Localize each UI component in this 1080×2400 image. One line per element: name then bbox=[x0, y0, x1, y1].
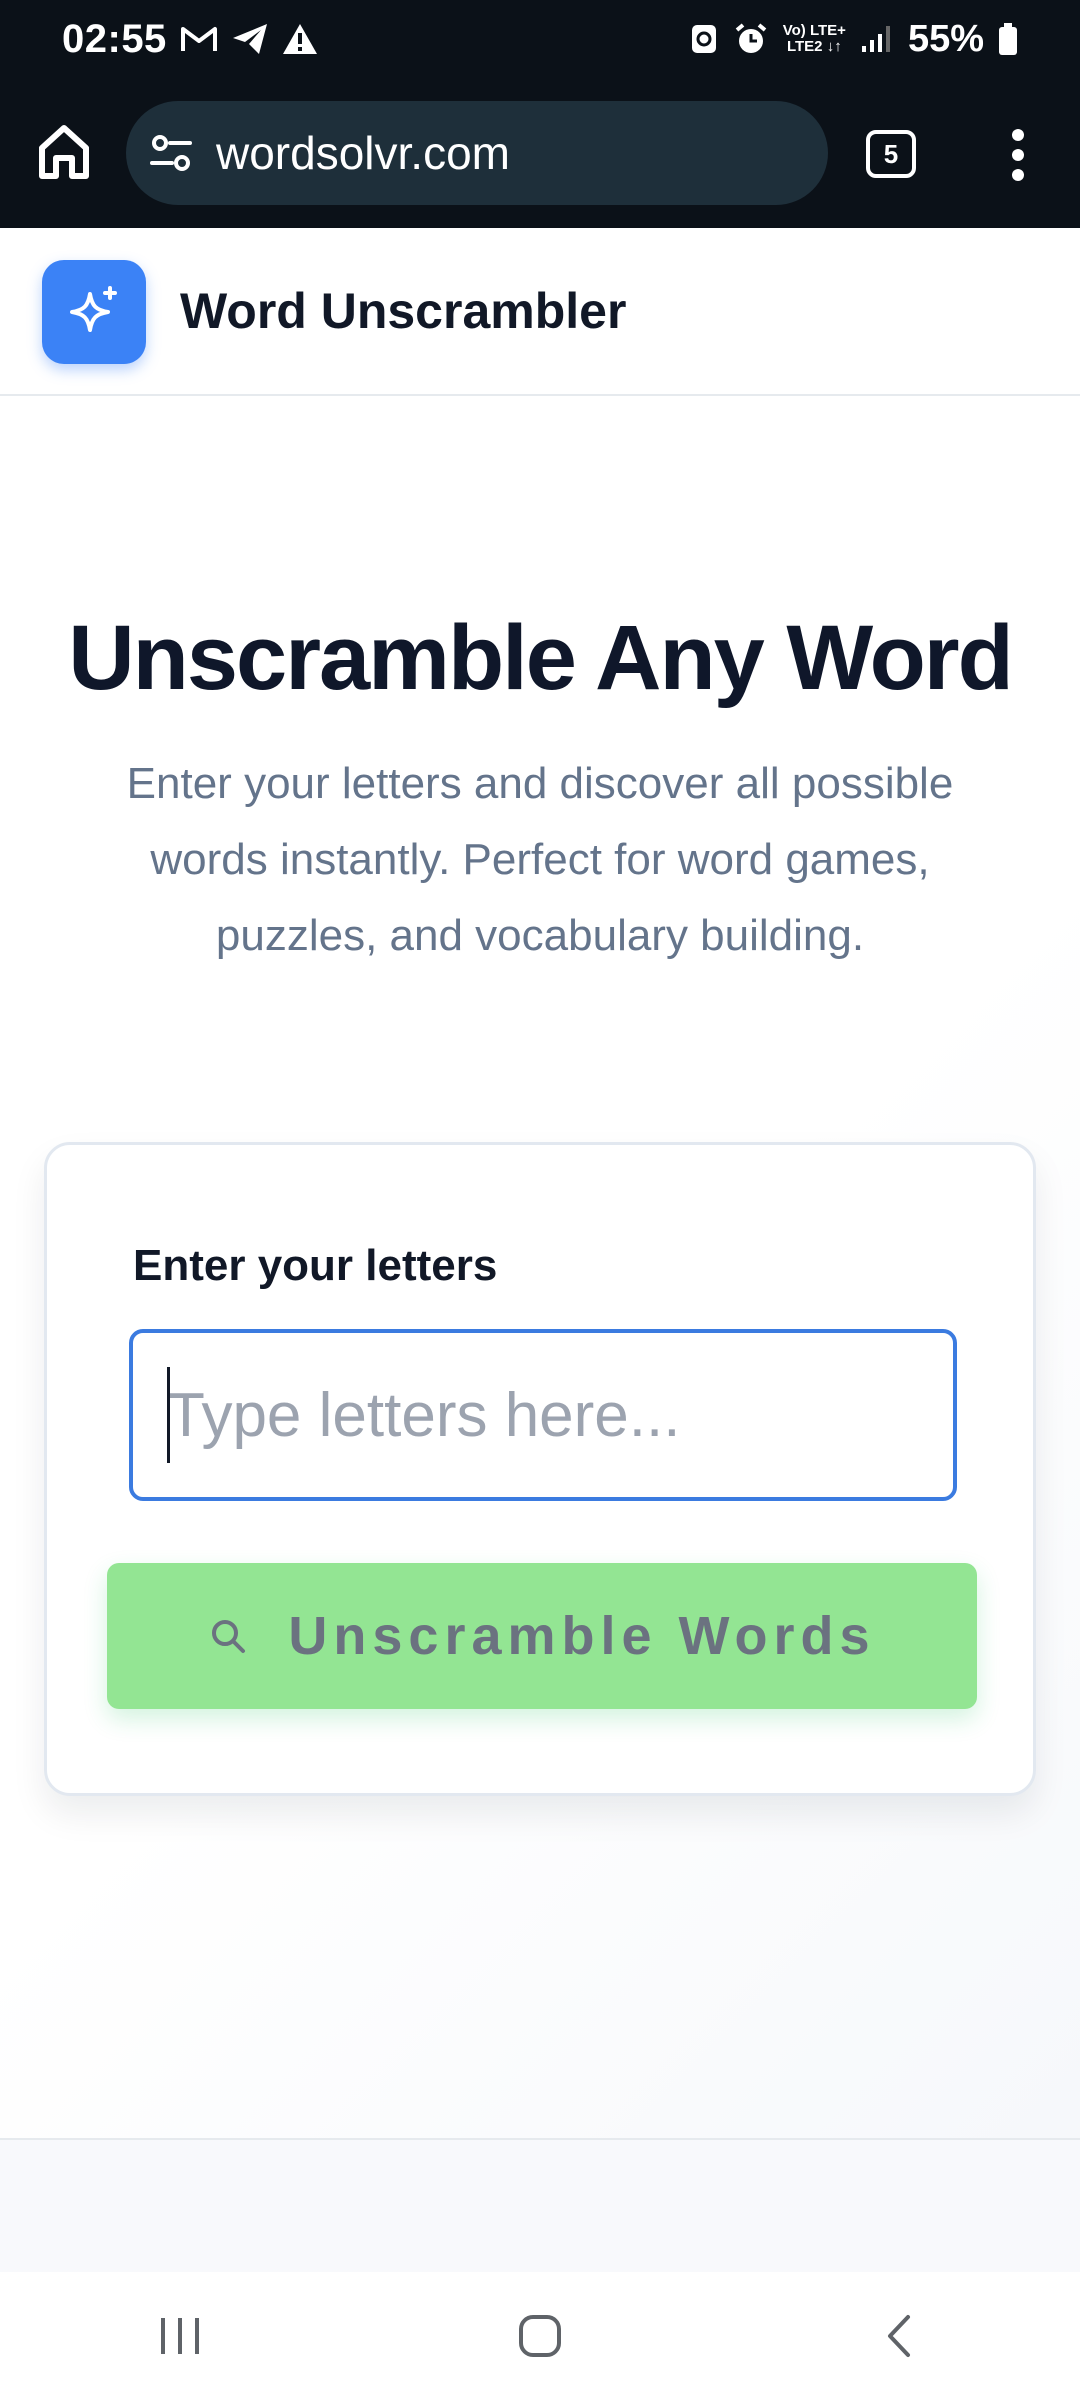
status-bar: 02:55 Vo) LTE+ LTE2 ↓↑ 55% bbox=[0, 0, 1080, 78]
letters-input[interactable] bbox=[129, 1329, 957, 1501]
unscramble-button[interactable]: Unscramble Words bbox=[107, 1563, 977, 1709]
sparkles-icon bbox=[70, 286, 117, 332]
back-icon bbox=[888, 2315, 910, 2357]
telegram-icon bbox=[231, 22, 269, 56]
page-footer bbox=[0, 2138, 1080, 2272]
hero-subtitle-line: words instantly. Perfect for word games, bbox=[150, 835, 930, 884]
battery-icon bbox=[998, 22, 1018, 56]
hero-subtitle-line: Enter your letters and discover all poss… bbox=[126, 759, 954, 808]
home-icon bbox=[39, 125, 89, 179]
alarm-icon bbox=[733, 22, 769, 56]
status-time: 02:55 bbox=[62, 16, 167, 61]
back-button[interactable] bbox=[840, 2296, 960, 2376]
site-settings-icon[interactable] bbox=[148, 130, 194, 176]
warning-icon bbox=[281, 22, 319, 56]
system-nav-bar bbox=[0, 2272, 1080, 2400]
recents-icon bbox=[161, 2318, 199, 2354]
network-bottom-label: LTE2 ↓↑ bbox=[786, 38, 842, 55]
more-vert-icon bbox=[1012, 129, 1024, 181]
tab-switcher-button[interactable]: 5 bbox=[866, 130, 916, 178]
hero-title: Unscramble Any Word bbox=[68, 607, 1014, 709]
home-button[interactable] bbox=[480, 2296, 600, 2376]
unscramble-button-label: Unscramble Words bbox=[288, 1606, 876, 1666]
site-logo[interactable] bbox=[42, 260, 146, 364]
url-text: wordsolvr.com bbox=[216, 127, 510, 179]
home-icon bbox=[519, 2315, 561, 2357]
hero-subtitle-line: puzzles, and vocabulary building. bbox=[215, 911, 865, 960]
letters-label: Enter your letters bbox=[133, 1241, 498, 1290]
browser-toolbar: wordsolvr.com 5 bbox=[0, 78, 1080, 228]
unscramble-card: Enter your letters Unscramble Words bbox=[44, 1142, 1036, 1796]
hero-subtitle: Enter your letters and discover all poss… bbox=[60, 746, 1020, 974]
battery-level: 55% bbox=[907, 17, 984, 60]
search-icon bbox=[212, 1620, 246, 1653]
recents-button[interactable] bbox=[120, 2296, 240, 2376]
text-caret bbox=[167, 1367, 170, 1463]
main-content: Unscramble Any Word Enter your letters a… bbox=[0, 396, 1080, 2138]
address-bar[interactable]: wordsolvr.com bbox=[126, 101, 828, 205]
browser-menu-button[interactable] bbox=[1000, 126, 1036, 184]
network-indicator: Vo) LTE+ LTE2 ↓↑ bbox=[783, 23, 846, 55]
site-header: Word Unscrambler bbox=[0, 228, 1080, 396]
site-title[interactable]: Word Unscrambler bbox=[180, 282, 626, 340]
recycle-icon bbox=[689, 22, 719, 56]
signal-icon bbox=[860, 24, 894, 54]
network-top-label: Vo) LTE+ bbox=[782, 22, 846, 39]
gmail-icon bbox=[179, 23, 219, 55]
browser-home-button[interactable] bbox=[36, 122, 92, 182]
